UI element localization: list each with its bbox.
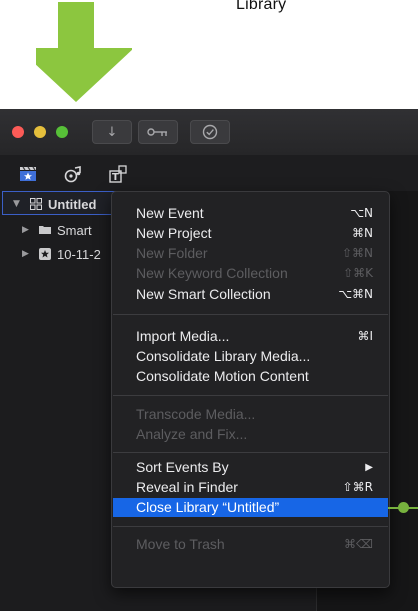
menu-item-consolidate-library-media[interactable]: Consolidate Library Media... <box>113 347 388 366</box>
menu-item-new-folder: New Folder ⇧⌘N <box>136 245 373 261</box>
keywords-button[interactable] <box>138 120 178 144</box>
library-name: Untitled <box>48 196 97 212</box>
titles-generators-icon[interactable]: T <box>108 165 128 183</box>
menu-item-reveal-in-finder[interactable]: Reveal in Finder ⇧⌘R <box>113 478 388 497</box>
import-media-button[interactable]: ↓ <box>92 120 132 144</box>
menu-item-new-smart-collection[interactable]: New Smart Collection ⌥⌘N <box>113 285 388 304</box>
sidebar-item-label: Smart <box>57 222 92 238</box>
sidebar-item-smart-collection[interactable]: ▶ Smart <box>0 218 120 242</box>
menu-item-new-event[interactable]: New Event ⌥N <box>113 204 388 223</box>
disclosure-triangle-collapsed-icon[interactable]: ▶ <box>22 249 32 259</box>
menu-item-close-library[interactable]: Close Library “Untitled” <box>113 498 388 517</box>
menu-item-analyze-and-fix: Analyze and Fix... <box>136 426 248 442</box>
down-arrow-icon: ↓ <box>106 124 118 140</box>
zoom-window-button[interactable] <box>56 126 68 138</box>
libraries-clapper-star-icon[interactable] <box>18 165 38 183</box>
menu-item-import-media[interactable]: Import Media... ⌘I <box>113 327 388 346</box>
menu-separator <box>113 526 388 527</box>
background-tasks-button[interactable] <box>190 120 230 144</box>
close-window-button[interactable] <box>12 126 24 138</box>
library-grid-icon <box>30 198 42 210</box>
menu-item-new-keyword-collection: New Keyword Collection ⇧⌘K <box>136 265 373 281</box>
menu-item-consolidate-motion-content[interactable]: Consolidate Motion Content <box>113 367 388 386</box>
menu-item-move-to-trash: Move to Trash ⌘⌫ <box>136 536 373 552</box>
sidebar-item-label: 10-11-2 <box>57 246 101 262</box>
library-context-menu: New Event ⌥N New Project ⌘N New Folder ⇧… <box>111 191 390 588</box>
disclosure-triangle-expanded-icon[interactable]: ▼ <box>13 199 23 209</box>
svg-text:T: T <box>112 172 119 183</box>
callout-dot-icon <box>398 502 409 513</box>
window-toolbar: ↓ <box>0 109 418 156</box>
photos-audio-icon[interactable] <box>63 165 83 183</box>
checkmark-circle-icon <box>202 124 218 140</box>
disclosure-triangle-collapsed-icon[interactable]: ▶ <box>22 225 32 235</box>
folder-icon <box>39 226 51 234</box>
menu-separator <box>113 452 388 453</box>
star-event-icon <box>39 248 51 260</box>
library-annotation-label: Library <box>236 0 287 13</box>
sidebar-item-event[interactable]: ▶ 10-11-2 <box>0 242 120 266</box>
submenu-arrow-icon: ▶ <box>365 462 373 473</box>
menu-item-sort-events-by[interactable]: Sort Events By ▶ <box>113 458 388 477</box>
menu-item-transcode-media: Transcode Media... <box>136 406 256 422</box>
key-icon <box>147 128 167 136</box>
browser-toolbar: T <box>0 155 418 191</box>
menu-separator <box>113 314 388 315</box>
green-down-arrow-icon <box>36 2 132 102</box>
menu-item-new-project[interactable]: New Project ⌘N <box>113 224 388 243</box>
minimize-window-button[interactable] <box>34 126 46 138</box>
menu-separator <box>113 395 388 396</box>
